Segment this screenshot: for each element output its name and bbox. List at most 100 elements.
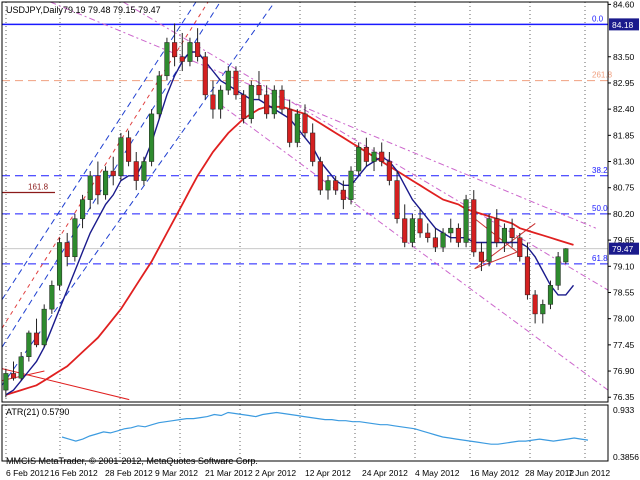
candle-body [156,75,162,115]
x-axis-label: 9 Mar 2012 [155,468,198,478]
candle-body [126,137,132,162]
candle-body [26,332,32,358]
y-axis-label: 79.10 [613,261,635,271]
candle-body [402,218,408,243]
usdjpy-daily-chart[interactable]: 0.0 261.8 38.2 50.0 61.8 161.8 6 Feb 2012 16 F… [0,0,640,480]
candle-body [440,232,446,248]
candle-body [517,237,523,258]
x-axis-label: 16 May 2012 [470,468,519,478]
fib-level-label: 38.2 [592,166,608,175]
candle-body [425,232,431,238]
candle-body [110,170,116,177]
atr-label: ATR(21) 0.5790 [6,407,69,417]
candle-body [10,373,17,379]
y-axis-label: 81.85 [613,130,635,140]
candle-body [33,332,40,346]
fib-level-label: 161.8 [28,182,49,191]
candle-body [187,42,193,62]
candle-body [333,180,339,191]
y-axis-label: 80.75 [613,183,635,193]
candle-body [302,113,308,134]
candle-body [524,256,531,296]
candle-body [287,108,293,143]
candle-body [248,85,254,119]
y-axis-label: 81.30 [613,157,635,167]
candle-body [379,151,385,162]
y-axis-label: 78.00 [613,314,635,324]
x-axis-label: 2 Apr 2012 [255,468,296,478]
candle-body [49,285,55,310]
candle-body [555,256,561,286]
fib-level-label: 0.0 [592,14,604,23]
candle-body [241,94,247,119]
fib-zero-price-label: 84.18 [612,20,634,30]
candle-body [233,70,239,96]
ohlc-label: 79.19 79.48 79.15 79.47 [63,5,161,15]
x-axis-label: 16 Feb 2012 [50,468,98,478]
candle-body [210,94,216,110]
x-axis-label: 28 May 2012 [525,468,574,478]
y-axis-label: 82.95 [613,78,635,88]
candle-body [310,132,316,162]
candle-body [340,189,346,200]
candle-body [133,161,139,181]
candle-body [494,218,500,243]
candle-body [356,146,362,172]
candle-body [471,199,477,253]
y-axis-label: 84.60 [613,0,635,9]
candle-body [64,242,70,258]
fib-level-label: 61.8 [592,254,608,263]
candle-body [271,89,277,115]
y-axis-label: 83.50 [613,52,635,62]
x-axis-label: 21 Mar 2012 [205,468,253,478]
candle-body [225,70,231,91]
y-axis-label: 76.90 [613,366,635,376]
candle-body [394,180,400,219]
y-axis-label: 78.55 [613,287,635,297]
x-axis-label: 6 Feb 2012 [6,468,49,478]
y-axis-label: 80.20 [613,209,635,219]
candle-body [149,113,155,162]
candle-body [455,227,461,243]
chart-background [0,0,640,480]
symbol-label: USDJPY,Daily [6,5,63,15]
candle-body [540,304,546,315]
candle-body [501,227,507,243]
candle-body [432,237,438,248]
candle-body [195,42,201,58]
candle-body [325,180,331,191]
x-axis-label: 7 Jun 2012 [568,468,610,478]
current-price-label: 79.47 [612,244,634,254]
candle-body [463,199,469,243]
candle-body [417,218,423,234]
candle-body [279,89,285,110]
candle-body [478,251,484,262]
candle-body [563,248,569,263]
candle-body [371,151,377,162]
fib-level-label: 50.0 [592,204,608,213]
candle-body [547,285,554,305]
fib-level-label: 261.8 [592,71,613,80]
candle-body [256,85,262,96]
y-axis-label: 77.45 [613,340,635,350]
candle-body [532,294,538,315]
candle-body [386,161,392,181]
candle-body [95,175,101,196]
candle-body [18,356,24,379]
candle-body [172,42,178,58]
candle-body [486,218,492,262]
candle-body [41,308,47,346]
candle-body [87,175,93,200]
candle-body [3,373,9,391]
copyright-label: MMCIS MetaTrader, © 2001-2012, MetaQuote… [6,456,258,466]
candle-body [72,218,78,258]
x-axis-label: 24 Apr 2012 [362,468,408,478]
y-axis-label: 76.35 [613,392,635,402]
candle-body [141,161,147,181]
candle-body [363,146,369,162]
candle-body [509,227,515,238]
candle-body [118,137,124,177]
candle-body [56,242,63,286]
x-axis-label: 4 May 2012 [415,468,460,478]
y-axis-label: 82.40 [613,104,635,114]
